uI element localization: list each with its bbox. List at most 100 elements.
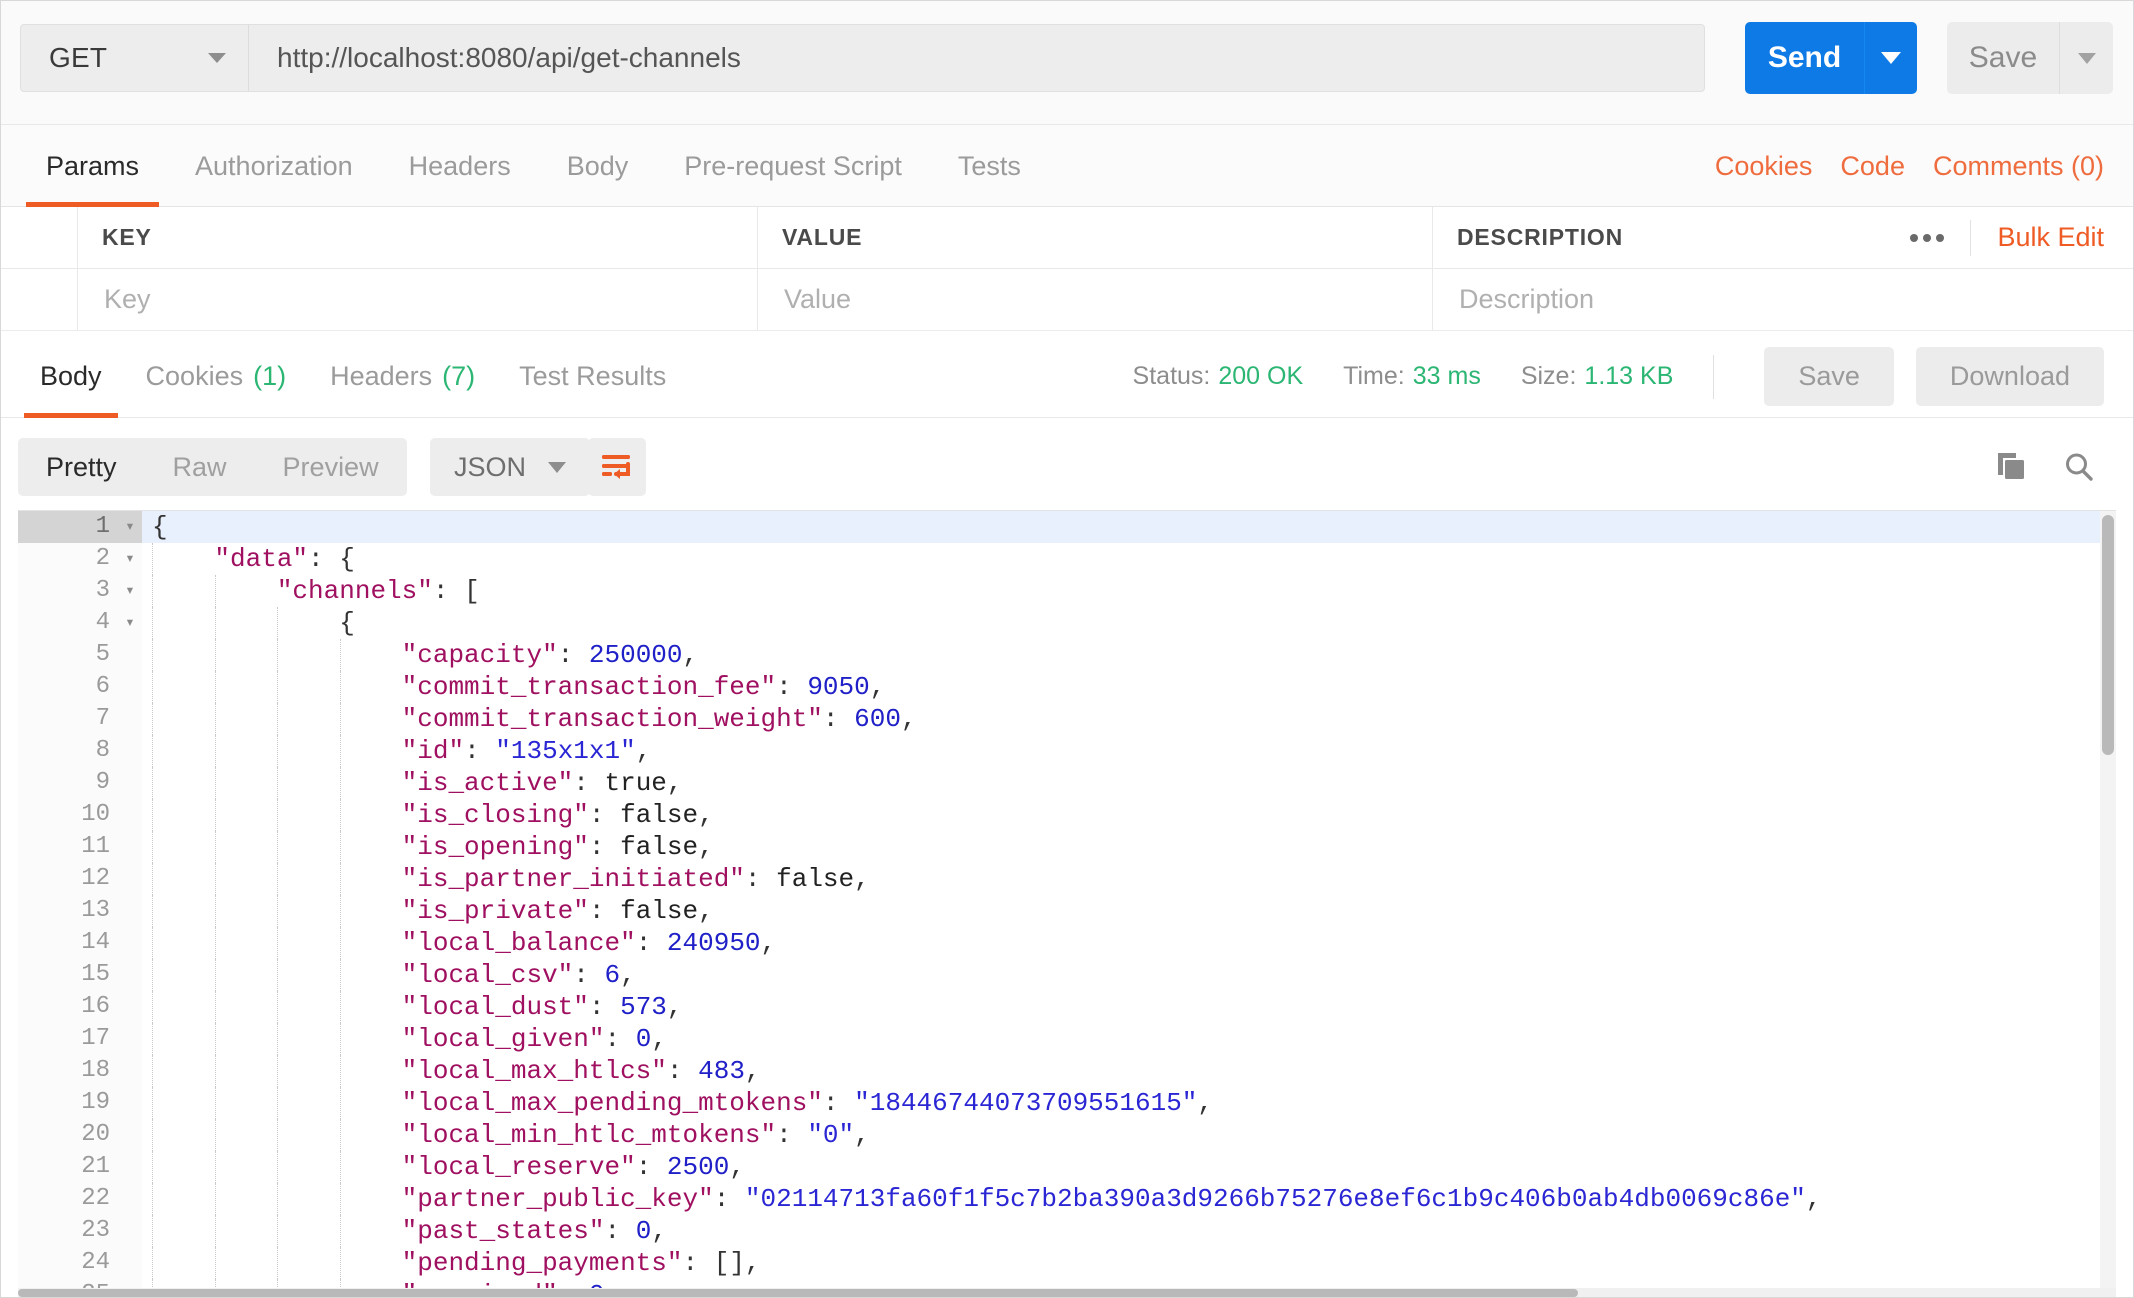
body-format-select[interactable]: JSON [430, 438, 591, 496]
code-line[interactable]: 18 "local_max_htlcs": 483, [18, 1055, 2100, 1087]
copy-button[interactable] [1994, 450, 2028, 484]
code-line-text: "is_closing": false, [142, 799, 714, 831]
vertical-scrollbar[interactable] [2100, 511, 2116, 1298]
vertical-scrollbar-thumb[interactable] [2102, 515, 2114, 755]
save-options-button[interactable] [2060, 22, 2113, 94]
code-line[interactable]: 17 "local_given": 0, [18, 1023, 2100, 1055]
view-mode-preview[interactable]: Preview [255, 438, 407, 496]
code-line[interactable]: 24 "pending_payments": [], [18, 1247, 2100, 1279]
code-line[interactable]: 8 "id": "135x1x1", [18, 735, 2100, 767]
save-request-button[interactable]: Save [1947, 22, 2060, 94]
fold-toggle-icon[interactable]: ▾ [118, 511, 142, 543]
fold-toggle-icon[interactable]: ▾ [118, 543, 142, 575]
code-line[interactable]: 22 "partner_public_key": "02114713fa60f1… [18, 1183, 2100, 1215]
request-tab-pre-request-script[interactable]: Pre-request Script [656, 125, 930, 207]
code-line[interactable]: 12 "is_partner_initiated": false, [18, 863, 2100, 895]
code-line[interactable]: 19 "local_max_pending_mtokens": "1844674… [18, 1087, 2100, 1119]
line-number: 16 [18, 991, 118, 1023]
code-line[interactable]: 13 "is_private": false, [18, 895, 2100, 927]
request-tab-body[interactable]: Body [539, 125, 657, 207]
token-p: , [651, 1216, 667, 1246]
param-value-input[interactable] [782, 283, 1408, 316]
send-options-button[interactable] [1865, 22, 1917, 94]
code-line[interactable]: 4 ▾ { [18, 607, 2100, 639]
code-line[interactable]: 1 ▾ { [18, 511, 2100, 543]
status-label: Status: [1132, 362, 1211, 390]
fold-toggle-icon[interactable]: ▾ [118, 575, 142, 607]
request-url-field[interactable] [249, 25, 1704, 91]
code-line[interactable]: 21 "local_reserve": 2500, [18, 1151, 2100, 1183]
code-line[interactable]: 5 "capacity": 250000, [18, 639, 2100, 671]
token-p: : [588, 800, 621, 830]
code-line[interactable]: 10 "is_closing": false, [18, 799, 2100, 831]
code-line[interactable]: 3 ▾ "channels": [ [18, 575, 2100, 607]
token-p: , [1197, 1088, 1214, 1118]
fold-spacer [118, 767, 142, 799]
response-tab-cookies[interactable]: Cookies (1) [124, 335, 309, 418]
json-code-view[interactable]: 1 ▾{2 ▾ "data": {3 ▾ "channels": [4 ▾ {5 "ca… [18, 511, 2100, 1298]
token-n: 0 [635, 1216, 652, 1246]
code-line[interactable]: 16 "local_dust": 573, [18, 991, 2100, 1023]
request-action-comments-0-[interactable]: Comments (0) [1933, 151, 2104, 182]
line-number: 6 [18, 671, 118, 703]
line-number: 13 [18, 895, 118, 927]
response-tab-headers[interactable]: Headers (7) [308, 335, 497, 418]
download-response-button[interactable]: Download [1915, 347, 2104, 406]
request-tab-authorization[interactable]: Authorization [167, 125, 381, 207]
fold-toggle-icon[interactable]: ▾ [118, 607, 142, 639]
line-number: 22 [18, 1183, 118, 1215]
code-line[interactable]: 14 "local_balance": 240950, [18, 927, 2100, 959]
token-k: "past_states" [401, 1216, 605, 1246]
horizontal-scrollbar[interactable] [18, 1288, 2116, 1298]
param-description-input[interactable] [1457, 283, 2110, 316]
request-tab-tests[interactable]: Tests [930, 125, 1049, 207]
param-description-cell[interactable] [1433, 269, 2134, 330]
horizontal-scrollbar-thumb[interactable] [18, 1289, 1578, 1297]
word-wrap-button[interactable] [588, 438, 646, 496]
token-k: "is_closing" [401, 800, 589, 830]
send-button[interactable]: Send [1745, 22, 1865, 94]
save-response-button[interactable]: Save [1764, 347, 1894, 406]
view-mode-raw[interactable]: Raw [145, 438, 255, 496]
response-tab-body[interactable]: Body [18, 335, 124, 418]
request-url-input[interactable] [275, 41, 1678, 75]
chevron-down-icon [2077, 52, 2096, 64]
code-line[interactable]: 9 "is_active": true, [18, 767, 2100, 799]
param-key-cell[interactable] [78, 269, 758, 330]
request-tab-headers[interactable]: Headers [381, 125, 539, 207]
table-row [0, 269, 2134, 331]
token-s: "02114713fa60f1f5c7b2ba390a3d9266b75276e… [744, 1184, 1806, 1214]
view-mode-switcher: Pretty Raw Preview [18, 438, 407, 496]
code-line[interactable]: 23 "past_states": 0, [18, 1215, 2100, 1247]
code-line[interactable]: 7 "commit_transaction_weight": 600, [18, 703, 2100, 735]
param-key-input[interactable] [102, 283, 733, 316]
view-mode-pretty[interactable]: Pretty [18, 438, 145, 496]
code-line-text: "local_dust": 573, [142, 991, 683, 1023]
request-action-cookies[interactable]: Cookies [1715, 151, 1813, 182]
code-line[interactable]: 20 "local_min_htlc_mtokens": "0", [18, 1119, 2100, 1151]
more-options-icon[interactable] [1884, 219, 1972, 256]
line-number: 8 [18, 735, 118, 767]
token-k: "local_min_htlc_mtokens" [401, 1120, 777, 1150]
search-button[interactable] [2062, 450, 2096, 484]
request-action-code[interactable]: Code [1840, 151, 1905, 182]
size-badge: Size: 1.13 KB [1521, 362, 1674, 391]
code-line[interactable]: 11 "is_opening": false, [18, 831, 2100, 863]
row-checkbox-cell[interactable] [0, 269, 78, 330]
response-tab-test-results[interactable]: Test Results [497, 335, 688, 418]
token-k: "is_private" [401, 896, 589, 926]
request-tab-bar: Params Authorization Headers Body Pre-reques… [0, 125, 2134, 207]
request-tab-params[interactable]: Params [18, 125, 167, 207]
bulk-edit-button[interactable]: Bulk Edit [1971, 222, 2110, 253]
code-line[interactable]: 6 "commit_transaction_fee": 9050, [18, 671, 2100, 703]
column-header-value-label: VALUE [782, 224, 863, 250]
code-line[interactable]: 2 ▾ "data": { [18, 543, 2100, 575]
response-body-editor[interactable]: 1 ▾{2 ▾ "data": {3 ▾ "channels": [4 ▾ {5 "ca… [18, 510, 2116, 1298]
code-line[interactable]: 15 "local_csv": 6, [18, 959, 2100, 991]
token-p: , [760, 928, 777, 958]
http-method-select[interactable]: GET [21, 25, 249, 91]
param-value-cell[interactable] [758, 269, 1433, 330]
